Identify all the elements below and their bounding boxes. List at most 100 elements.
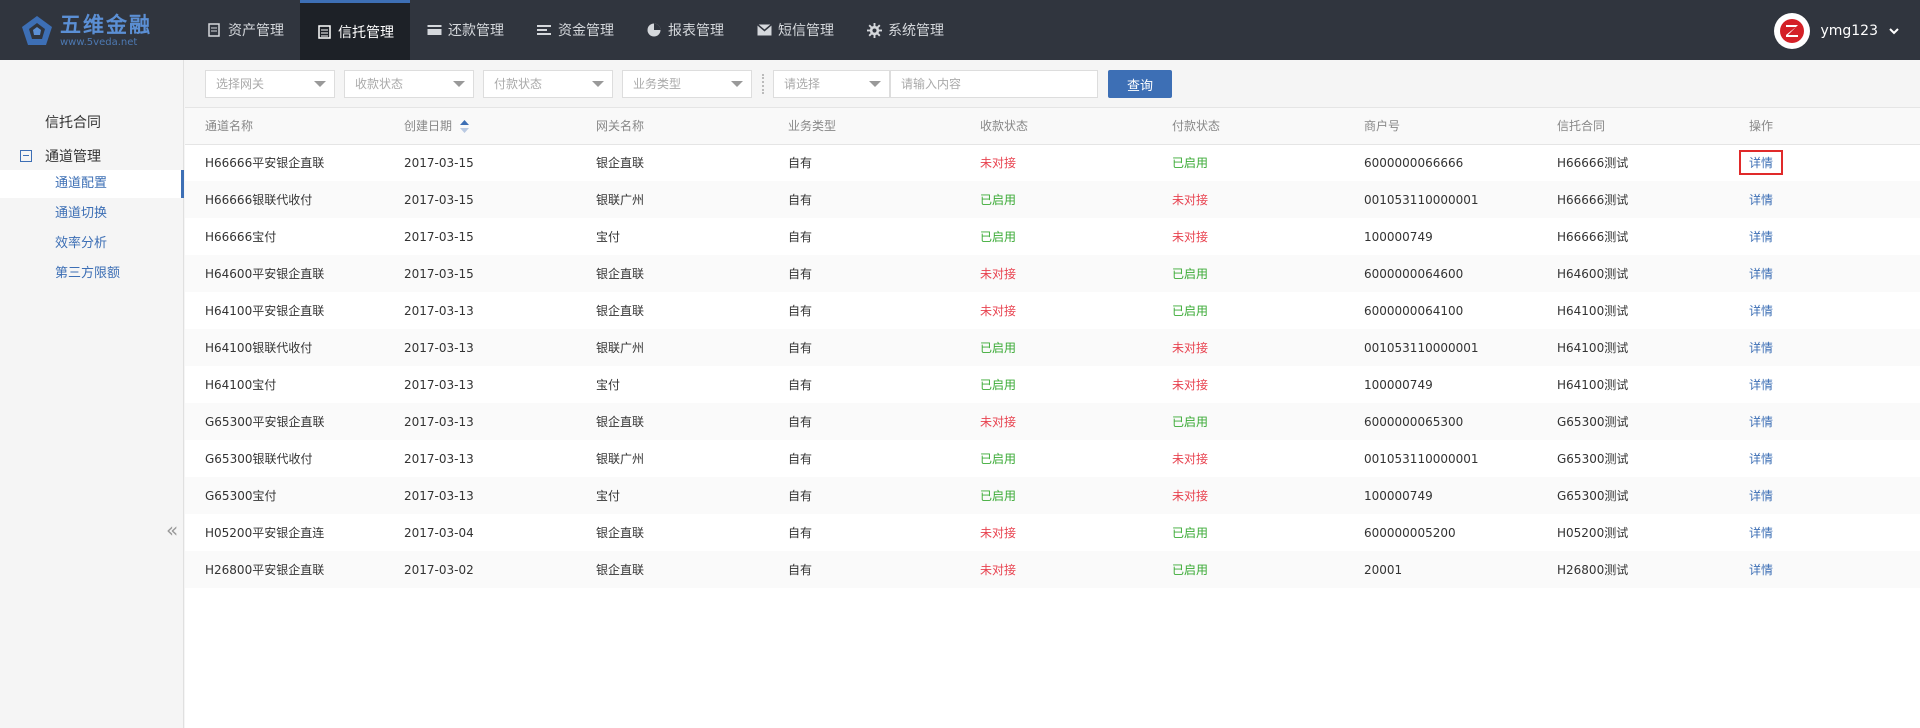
main-nav: 资产管理 信托管理 还款管理 资金管理 报表管理 短信管理 系统管理	[190, 0, 960, 60]
receive-status-select[interactable]: 收款状态	[344, 70, 474, 98]
nav-system[interactable]: 系统管理	[850, 0, 960, 60]
cell-pay-status: 未对接	[1172, 489, 1209, 503]
cell-biz-type: 自有	[788, 526, 813, 540]
search-input[interactable]	[890, 70, 1098, 98]
table-row[interactable]: H66666银联代收付 2017-03-15 银联广州 自有 已启用 未对接 0010531…	[185, 181, 1920, 218]
sidebar-item-trust-contract[interactable]: 信托合同	[45, 112, 101, 132]
detail-link[interactable]: 详情	[1749, 563, 1773, 577]
detail-link[interactable]: 详情	[1749, 378, 1773, 392]
table-row[interactable]: H05200平安银企直连 2017-03-04 银企直联 自有 未对接 已启用 600000…	[185, 514, 1920, 551]
nav-repay[interactable]: 还款管理	[410, 0, 520, 60]
biz-type-value: 业务类型	[633, 77, 682, 91]
cell-merchant-no: 20001	[1364, 562, 1403, 577]
cell-receive-status: 未对接	[980, 304, 1017, 318]
sidebar-item-channel-switch[interactable]: 通道切换	[0, 200, 184, 228]
cell-channel-name: H26800平安银企直联	[205, 563, 325, 577]
nav-asset[interactable]: 资产管理	[190, 0, 300, 60]
gateway-select[interactable]: 选择网关	[205, 70, 335, 98]
sidebar-group-channel[interactable]: 通道管理	[20, 146, 101, 166]
table-row[interactable]: H66666宝付 2017-03-15 宝付 自有 已启用 未对接 100000749 H66…	[185, 218, 1920, 255]
cell-create-date: 2017-03-13	[404, 377, 474, 392]
field-select[interactable]: 请选择	[773, 70, 890, 98]
table-row[interactable]: H64100宝付 2017-03-13 宝付 自有 已启用 未对接 100000749 H64…	[185, 366, 1920, 403]
cell-receive-status: 未对接	[980, 526, 1017, 540]
cell-pay-status: 已启用	[1172, 156, 1209, 171]
detail-link[interactable]: 详情	[1749, 341, 1773, 355]
pentagon-logo-icon	[22, 16, 52, 45]
logo[interactable]: 五维金融 www.5veda.net	[20, 12, 152, 50]
cell-pay-status: 未对接	[1172, 378, 1209, 392]
cell-gateway-name: 银企直联	[596, 526, 645, 540]
cell-channel-name: H64600平安银企直联	[205, 267, 325, 281]
table-row[interactable]: G65300平安银企直联 2017-03-13 银企直联 自有 未对接 已启用 600000…	[185, 403, 1920, 440]
nav-report[interactable]: 报表管理	[630, 0, 740, 60]
detail-link[interactable]: 详情	[1739, 150, 1784, 176]
caret-down-icon	[453, 81, 465, 87]
detail-link[interactable]: 详情	[1749, 193, 1773, 207]
channel-table: 通道名称 创建日期 网关名称 业务类型 收款状态 付款状态 商户号 信托合同 操…	[185, 108, 1920, 728]
caret-down-icon	[592, 81, 604, 87]
detail-link[interactable]: 详情	[1749, 230, 1773, 244]
double-chevron-left-icon[interactable]: «	[166, 518, 178, 542]
chevron-down-icon[interactable]	[1888, 25, 1900, 37]
table-row[interactable]: H66666平安银企直联 2017-03-15 银企直联 自有 未对接 已启用 600000…	[185, 144, 1920, 181]
cell-trust-contract: H64100测试	[1557, 341, 1629, 355]
cell-pay-status: 未对接	[1172, 193, 1209, 207]
cell-action: 详情	[1729, 551, 1920, 588]
cell-merchant-no: 100000749	[1364, 377, 1433, 392]
col-gateway-name[interactable]: 网关名称	[576, 108, 768, 144]
table-row[interactable]: G65300银联代收付 2017-03-13 银联广州 自有 已启用 未对接 0010531…	[185, 440, 1920, 477]
nav-fund[interactable]: 资金管理	[520, 0, 630, 60]
cell-biz-type: 自有	[788, 267, 813, 281]
sidebar-item-channel-config[interactable]: 通道配置	[0, 170, 184, 198]
repay-icon	[426, 22, 442, 38]
col-biz-type[interactable]: 业务类型	[768, 108, 960, 144]
nav-sms[interactable]: 短信管理	[740, 0, 850, 60]
filter-bar: 选择网关 收款状态 付款状态 业务类型 请选择 查询	[185, 60, 1920, 108]
cell-trust-contract: G65300测试	[1557, 489, 1629, 503]
cell-channel-name: G65300平安银企直联	[205, 415, 325, 429]
detail-link[interactable]: 详情	[1749, 452, 1773, 466]
detail-link[interactable]: 详情	[1749, 415, 1773, 429]
query-button[interactable]: 查询	[1108, 70, 1172, 98]
nav-repay-label: 还款管理	[448, 23, 504, 39]
nav-fund-label: 资金管理	[558, 23, 614, 39]
cell-receive-status: 已启用	[980, 378, 1017, 392]
collapse-minus-icon[interactable]	[20, 150, 32, 162]
detail-link[interactable]: 详情	[1749, 304, 1773, 318]
table-row[interactable]: H64100银联代收付 2017-03-13 银联广州 自有 已启用 未对接 0010531…	[185, 329, 1920, 366]
col-merchant-no[interactable]: 商户号	[1344, 108, 1537, 144]
fund-icon	[536, 22, 552, 38]
cell-create-date: 2017-03-13	[404, 340, 474, 355]
col-trust-contract[interactable]: 信托合同	[1537, 108, 1729, 144]
cell-gateway-name: 宝付	[596, 489, 621, 503]
user-menu[interactable]: ymg123	[1774, 13, 1900, 49]
cell-create-date: 2017-03-02	[404, 562, 474, 577]
detail-link[interactable]: 详情	[1749, 267, 1773, 281]
sidebar-item-third-party-limit[interactable]: 第三方限额	[0, 260, 184, 288]
sort-icon[interactable]	[460, 120, 470, 134]
sidebar-item-efficiency[interactable]: 效率分析	[0, 230, 184, 258]
cell-pay-status: 已启用	[1172, 304, 1209, 318]
col-receive-status[interactable]: 收款状态	[960, 108, 1152, 144]
table-row[interactable]: H26800平安银企直联 2017-03-02 银企直联 自有 未对接 已启用 20001 H…	[185, 551, 1920, 588]
avatar[interactable]	[1774, 13, 1811, 49]
cell-create-date: 2017-03-15	[404, 229, 474, 244]
col-pay-status[interactable]: 付款状态	[1152, 108, 1344, 144]
detail-link[interactable]: 详情	[1749, 526, 1773, 540]
cell-merchant-no: 6000000064600	[1364, 266, 1464, 281]
table-row[interactable]: H64600平安银企直联 2017-03-15 银企直联 自有 未对接 已启用 600000…	[185, 255, 1920, 292]
report-icon	[646, 22, 662, 38]
cell-gateway-name: 银联广州	[596, 341, 645, 355]
cell-create-date: 2017-03-13	[404, 303, 474, 318]
pay-status-select[interactable]: 付款状态	[483, 70, 613, 98]
table-row[interactable]: H64100平安银企直联 2017-03-13 银企直联 自有 未对接 已启用 600000…	[185, 292, 1920, 329]
detail-link[interactable]: 详情	[1749, 489, 1773, 503]
cell-trust-contract: G65300测试	[1557, 415, 1629, 429]
table-row[interactable]: G65300宝付 2017-03-13 宝付 自有 已启用 未对接 100000749 G65…	[185, 477, 1920, 514]
cell-trust-contract: H05200测试	[1557, 526, 1629, 540]
col-channel-name[interactable]: 通道名称	[185, 108, 384, 144]
biz-type-select[interactable]: 业务类型	[622, 70, 752, 98]
col-create-date[interactable]: 创建日期	[384, 108, 576, 144]
nav-trust[interactable]: 信托管理	[300, 0, 410, 60]
